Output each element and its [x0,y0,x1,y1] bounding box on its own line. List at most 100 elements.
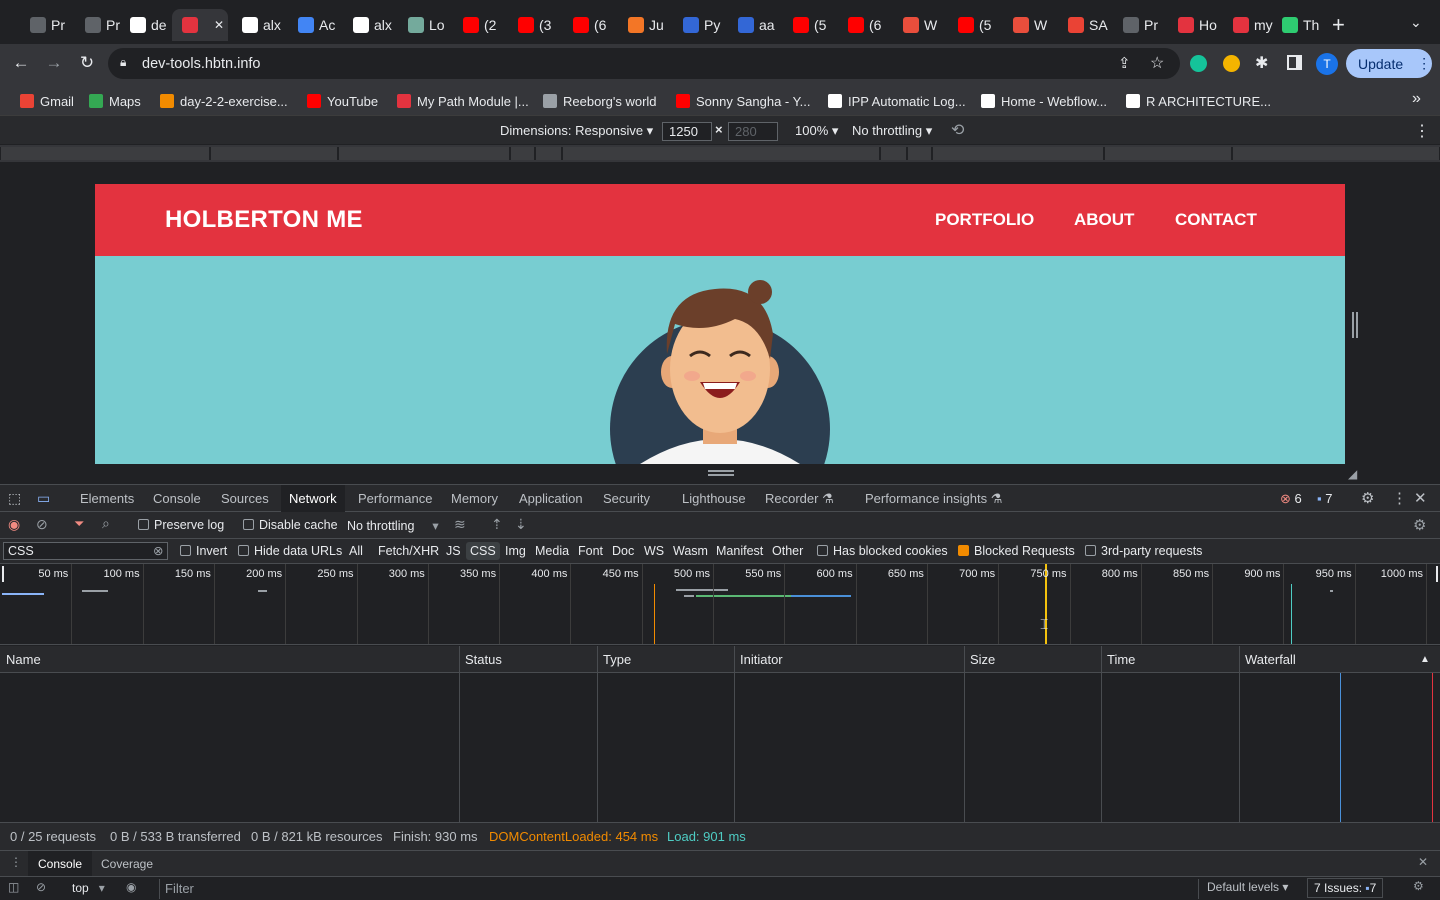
live-expression-eye-icon[interactable]: ◉ [126,880,136,894]
column-divider[interactable] [459,646,460,673]
tab-console[interactable]: Console [153,491,201,506]
browser-tab[interactable]: Pr [1113,9,1165,41]
third-party-requests-checkbox[interactable]: 3rd-party requests [1085,544,1202,558]
devtools-more-icon[interactable]: ⋮ [1392,489,1407,507]
tab-memory[interactable]: Memory [451,491,498,506]
record-icon[interactable]: ◉ [8,516,20,533]
console-settings-icon[interactable]: ⚙ [1413,879,1424,893]
type-filter-media[interactable]: Media [535,544,569,558]
update-button[interactable]: Update ⋮ [1346,49,1432,78]
close-devtools-icon[interactable]: ✕ [1414,489,1427,507]
type-filter-font[interactable]: Font [578,544,603,558]
tab-lighthouse[interactable]: Lighthouse [682,491,746,506]
has-blocked-cookies-checkbox[interactable]: Has blocked cookies [817,544,948,558]
bookmark-star-icon[interactable]: ☆ [1150,53,1164,73]
browser-tab[interactable]: SA [1058,9,1110,41]
address-bar[interactable]: 🔒︎ dev-tools.hbtn.info ⇪ ☆ [108,48,1180,79]
extension-icon[interactable] [1223,55,1240,72]
tab-search-icon[interactable]: ⌄ [1410,14,1422,31]
type-filter-img[interactable]: Img [505,544,526,558]
column-type[interactable]: Type [603,652,631,667]
reload-icon[interactable]: ↻ [75,51,99,75]
bookmark-item[interactable]: Sonny Sangha - Y... [676,92,810,110]
browser-tab[interactable]: Ju [618,9,670,41]
height-input[interactable]: 280 [728,122,778,141]
bookmark-item[interactable]: R ARCHITECTURE... [1126,92,1271,110]
overview-left-handle[interactable] [2,566,4,582]
type-filter-fetch-xhr[interactable]: Fetch/XHR [378,544,439,558]
type-filter-all[interactable]: All [349,544,363,558]
column-divider[interactable] [734,673,735,822]
column-divider[interactable] [1101,673,1102,822]
media-query-ruler[interactable] [0,145,1440,162]
close-tab-icon[interactable]: ✕ [214,18,224,32]
bookmark-item[interactable]: Gmail [20,92,74,110]
column-size[interactable]: Size [970,652,995,667]
viewport-resize-handle-bottom[interactable] [708,470,734,476]
bookmark-item[interactable]: day-2-2-exercise... [160,92,288,110]
nav-portfolio[interactable]: PORTFOLIO [935,210,1034,230]
nav-about[interactable]: ABOUT [1074,210,1134,230]
drawer-tab-console[interactable]: Console [28,851,93,876]
settings-gear-icon[interactable]: ⚙ [1361,489,1374,507]
tab-network[interactable]: Network [281,485,345,512]
error-count-badge[interactable]: ⊗ 6 [1280,491,1302,507]
column-waterfall[interactable]: Waterfall [1245,652,1296,667]
profile-avatar[interactable]: T [1316,53,1338,75]
bookmark-item[interactable]: Maps [89,92,141,110]
column-divider[interactable] [964,673,965,822]
browser-tab[interactable]: W [893,9,945,41]
site-logo[interactable]: HOLBERTON ME [165,206,363,234]
sort-ascending-icon[interactable]: ▲ [1420,654,1430,665]
column-divider[interactable] [1239,673,1240,822]
side-panel-icon[interactable] [1287,55,1302,70]
browser-tab[interactable]: ✕ [172,9,228,41]
type-filter-manifest[interactable]: Manifest [716,544,763,558]
bookmark-item[interactable]: My Path Module |... [397,92,529,110]
filter-input[interactable]: CSS ⊗ [3,542,168,560]
type-filter-js[interactable]: JS [446,544,461,558]
browser-tab[interactable]: Lo [398,9,450,41]
column-time[interactable]: Time [1107,652,1135,667]
bookmark-item[interactable]: Reeborg's world [543,92,657,110]
zoom-select[interactable]: 100% ▾ [795,123,838,139]
tab-performance-insights[interactable]: Performance insights ⚗ [865,491,1002,507]
inspect-element-icon[interactable]: ⬚ [8,490,21,507]
browser-tab[interactable]: aa [728,9,780,41]
overview-right-handle[interactable] [1436,566,1438,582]
import-har-icon[interactable]: ⇡ [491,516,503,533]
forward-icon[interactable]: → [42,51,66,75]
search-icon[interactable]: ⌕ [102,515,110,532]
throttling-select[interactable]: No throttling ▾ [852,123,932,139]
column-status[interactable]: Status [465,652,502,667]
browser-tab[interactable]: (2 [453,9,505,41]
type-filter-other[interactable]: Other [772,544,803,558]
invert-checkbox[interactable]: Invert [180,544,227,558]
browser-tab[interactable]: alx [343,9,395,41]
blocked-requests-checkbox[interactable]: Blocked Requests [958,544,1075,558]
issues-button[interactable]: 7 Issues: ▪7 [1307,878,1384,898]
browser-tab[interactable]: alx [232,9,284,41]
drawer-menu-icon[interactable]: ⋮ [10,855,22,869]
nav-contact[interactable]: CONTACT [1175,210,1257,230]
network-settings-icon[interactable]: ⚙ [1413,516,1426,534]
tab-performance[interactable]: Performance [358,491,432,506]
console-sidebar-icon[interactable]: ◫ [8,880,19,894]
extensions-puzzle-icon[interactable]: ✱ [1255,53,1268,73]
browser-tab[interactable]: (6 [563,9,615,41]
tab-application[interactable]: Application [519,491,583,506]
type-filter-wasm[interactable]: Wasm [673,544,708,558]
tab-elements[interactable]: Elements [80,491,134,506]
column-divider[interactable] [1239,646,1240,673]
column-divider[interactable] [1101,646,1102,673]
dimensions-select[interactable]: Dimensions: Responsive ▾ [500,123,653,139]
width-input[interactable]: 1250 [662,122,712,141]
browser-tab[interactable]: (5 [783,9,835,41]
column-divider[interactable] [734,646,735,673]
browser-tab[interactable]: (5 [948,9,1000,41]
browser-tab[interactable]: W [1003,9,1055,41]
back-icon[interactable]: ← [9,51,33,75]
clear-filter-icon[interactable]: ⊗ [153,543,163,559]
viewport-resize-handle-corner[interactable]: ◢ [1348,467,1357,481]
browser-tab[interactable]: (6 [838,9,890,41]
